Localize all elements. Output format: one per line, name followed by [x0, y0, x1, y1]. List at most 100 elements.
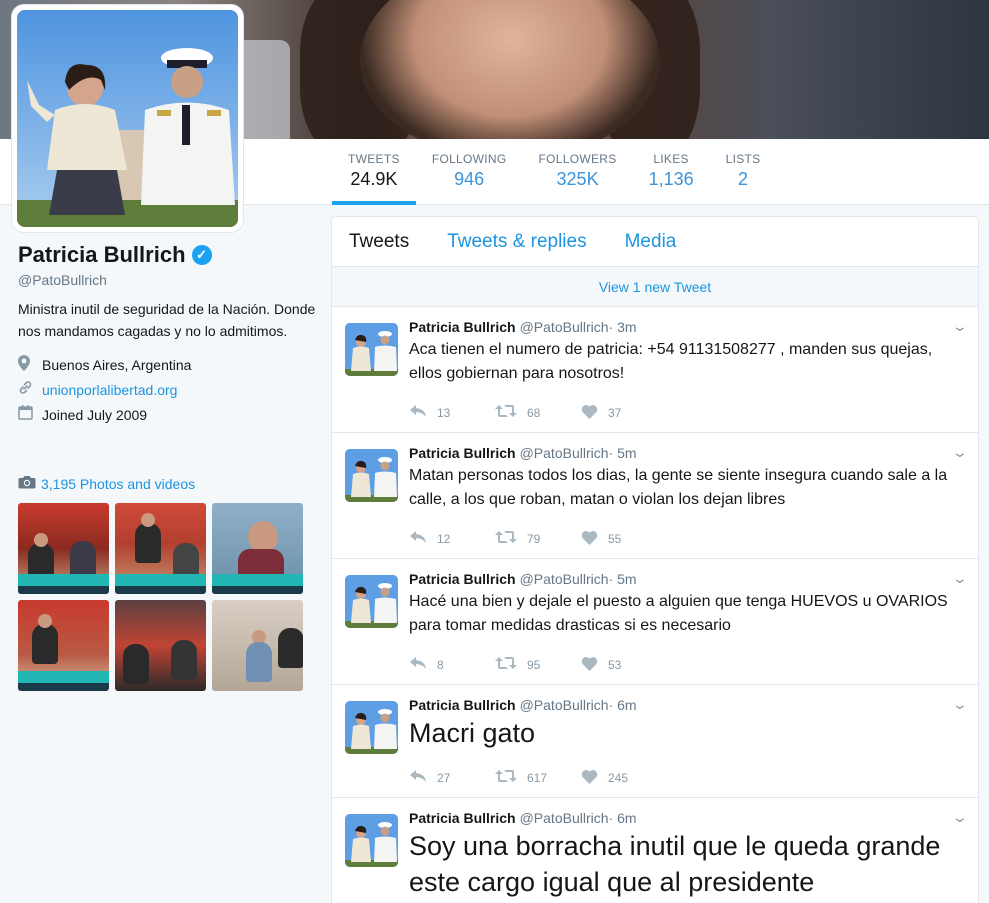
- tweet-avatar[interactable]: [345, 814, 398, 867]
- retweet-button[interactable]: 617: [495, 768, 581, 788]
- like-button[interactable]: 245: [581, 768, 667, 789]
- thumb-caption-band: [18, 683, 109, 691]
- tweet-text: Soy una borracha inutil que le queda gra…: [409, 831, 941, 897]
- tweet-author-name[interactable]: Patricia Bullrich: [409, 697, 516, 713]
- chevron-down-icon[interactable]: ⌄: [952, 444, 968, 461]
- view-new-tweet-bar[interactable]: View 1 new Tweet: [332, 267, 978, 307]
- tweet-timestamp[interactable]: · 5m: [609, 571, 637, 587]
- tweet-author-name[interactable]: Patricia Bullrich: [409, 571, 516, 587]
- tweet-timestamp[interactable]: · 6m: [609, 810, 637, 826]
- website-link[interactable]: unionporlalibertad.org: [42, 382, 177, 398]
- profile-handle[interactable]: @PatoBullrich: [18, 272, 318, 288]
- retweet-button[interactable]: 68: [495, 403, 581, 423]
- tweet-avatar[interactable]: [345, 323, 398, 376]
- profile-avatar[interactable]: [12, 5, 243, 232]
- reply-button[interactable]: 27: [409, 768, 495, 788]
- link-icon: [18, 380, 42, 399]
- tweet-avatar-art: [345, 814, 398, 867]
- like-button[interactable]: 37: [581, 403, 667, 424]
- chevron-down-icon[interactable]: ⌄: [952, 696, 968, 713]
- retweet-icon: [495, 655, 517, 675]
- like-count: 37: [608, 406, 622, 420]
- tweet-timestamp[interactable]: · 5m: [609, 445, 637, 461]
- tweet[interactable]: Patricia Bullrich @PatoBullrich · 5m ⌄ M…: [332, 433, 978, 559]
- avatar-photo-art: [17, 10, 238, 227]
- tweet-timestamp[interactable]: · 3m: [609, 319, 637, 335]
- nav-value: 24.9K: [350, 169, 398, 189]
- tweet[interactable]: Patricia Bullrich @PatoBullrich · 3m ⌄ A…: [332, 307, 978, 433]
- retweet-button[interactable]: 95: [495, 655, 581, 675]
- tweet[interactable]: Patricia Bullrich @PatoBullrich · 6m ⌄ S…: [332, 798, 978, 903]
- reply-count: 27: [437, 771, 451, 785]
- retweet-icon: [495, 529, 517, 549]
- tweet-header: Patricia Bullrich @PatoBullrich · 6m: [409, 810, 963, 826]
- tweet-author-name[interactable]: Patricia Bullrich: [409, 319, 516, 335]
- tweet-avatar-art: [345, 449, 398, 502]
- heart-icon: [581, 768, 598, 789]
- retweet-count: 68: [527, 406, 541, 420]
- chevron-down-icon[interactable]: ⌄: [952, 570, 968, 587]
- thumb-caption-band: [115, 586, 206, 594]
- tweet-text: Macri gato: [409, 718, 536, 748]
- tweet-timestamp[interactable]: · 6m: [609, 697, 637, 713]
- thumb-caption-band: [18, 586, 109, 594]
- nav-lists[interactable]: LISTS 2: [710, 139, 777, 205]
- nav-value: 946: [454, 169, 485, 189]
- media-thumb[interactable]: [115, 600, 206, 691]
- tweet-actions: 13 68 37: [409, 394, 963, 432]
- reply-button[interactable]: 12: [409, 529, 495, 549]
- media-thumb[interactable]: [18, 600, 109, 691]
- tweet[interactable]: Patricia Bullrich @PatoBullrich · 6m ⌄ M…: [332, 685, 978, 798]
- tweet-actions: 8 95 53: [409, 646, 963, 684]
- media-thumb[interactable]: [212, 503, 303, 594]
- profile-card: Patricia Bullrich ✓ @PatoBullrich Minist…: [18, 242, 318, 427]
- tab-tweets[interactable]: Tweets: [349, 231, 409, 253]
- thumb-figure: [171, 640, 197, 680]
- reply-button[interactable]: 13: [409, 403, 495, 423]
- retweet-count: 79: [527, 532, 541, 546]
- like-button[interactable]: 55: [581, 529, 667, 550]
- tweet-avatar[interactable]: [345, 575, 398, 628]
- tweet-avatar[interactable]: [345, 701, 398, 754]
- tweet-author-handle[interactable]: @PatoBullrich: [520, 319, 609, 335]
- timeline-tabs: Tweets Tweets & replies Media: [332, 217, 978, 267]
- retweet-button[interactable]: 79: [495, 529, 581, 549]
- reply-icon: [409, 403, 427, 423]
- nav-followers[interactable]: FOLLOWERS 325K: [523, 139, 633, 205]
- tweet-author-handle[interactable]: @PatoBullrich: [520, 445, 609, 461]
- nav-following[interactable]: FOLLOWING 946: [416, 139, 523, 205]
- tweet[interactable]: Patricia Bullrich @PatoBullrich · 5m ⌄ H…: [332, 559, 978, 685]
- chevron-down-icon[interactable]: ⌄: [952, 809, 968, 826]
- tweet-actions: 27 617 245: [409, 759, 963, 797]
- tweet-author-name[interactable]: Patricia Bullrich: [409, 445, 516, 461]
- tweet-header: Patricia Bullrich @PatoBullrich · 5m: [409, 571, 963, 587]
- profile-name[interactable]: Patricia Bullrich: [18, 242, 186, 268]
- like-button[interactable]: 53: [581, 655, 667, 676]
- chevron-down-icon[interactable]: ⌄: [952, 318, 968, 335]
- thumb-figure: [278, 628, 303, 668]
- tweet-author-handle[interactable]: @PatoBullrich: [520, 697, 609, 713]
- profile-nav-items: TWEETS 24.9K FOLLOWING 946 FOLLOWERS 325…: [332, 139, 776, 205]
- media-thumb[interactable]: [18, 503, 109, 594]
- profile-website: unionporlalibertad.org: [18, 377, 318, 402]
- nav-tweets[interactable]: TWEETS 24.9K: [332, 139, 416, 205]
- heart-icon: [581, 655, 598, 676]
- retweet-icon: [495, 768, 517, 788]
- verified-badge-icon: ✓: [191, 245, 212, 265]
- photos-videos-link[interactable]: 3,195 Photos and videos: [18, 475, 195, 493]
- tab-tweets-replies[interactable]: Tweets & replies: [447, 231, 586, 253]
- tweet-author-handle[interactable]: @PatoBullrich: [520, 810, 609, 826]
- tweet-avatar[interactable]: [345, 449, 398, 502]
- tweet-author-name[interactable]: Patricia Bullrich: [409, 810, 516, 826]
- nav-likes[interactable]: LIKES 1,136: [633, 139, 710, 205]
- tweet-actions: 12 79 55: [409, 520, 963, 558]
- reply-button[interactable]: 8: [409, 655, 495, 675]
- calendar-icon: [18, 405, 42, 424]
- media-thumb[interactable]: [115, 503, 206, 594]
- media-thumb[interactable]: [212, 600, 303, 691]
- tweet-author-handle[interactable]: @PatoBullrich: [520, 571, 609, 587]
- joined-text: Joined July 2009: [42, 406, 148, 423]
- tab-media[interactable]: Media: [625, 231, 677, 253]
- reply-count: 8: [437, 658, 444, 672]
- nav-label: LISTS: [725, 152, 761, 166]
